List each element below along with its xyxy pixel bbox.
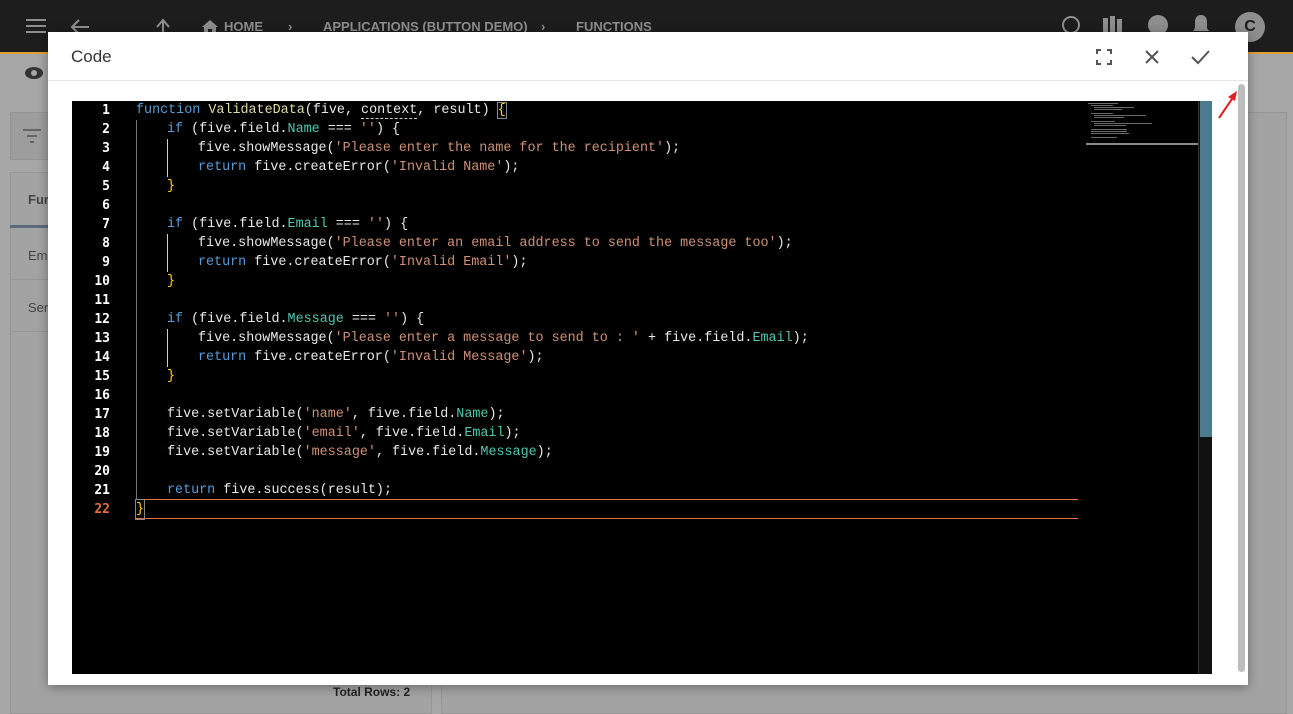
line-number: 15: [94, 369, 110, 384]
code-line-19: five.setVariable('message', five.field.M…: [167, 445, 553, 460]
code-line-8: five.showMessage('Please enter an email …: [198, 236, 793, 251]
code-line-12: if (five.field.Message === '') {: [167, 312, 425, 327]
line-number: 10: [94, 274, 110, 289]
line-number: 17: [94, 407, 110, 422]
line-number: 8: [102, 236, 110, 251]
code-line-18: five.setVariable('email', five.field.Ema…: [167, 426, 521, 441]
line-number: 4: [102, 160, 110, 175]
line-number: 19: [94, 445, 110, 460]
code-line-7: if (five.field.Email === '') {: [167, 217, 409, 232]
line-number: 22: [94, 502, 110, 517]
code-area[interactable]: function ValidateData(five, context, res…: [134, 101, 1078, 674]
code-minimap[interactable]: [1086, 101, 1198, 145]
line-number: 13: [94, 331, 110, 346]
dialog-header: Code: [48, 32, 1248, 81]
code-dialog: Code 1 2 3 4 5 6 7 8 9 10 11 12 13 14 15 16 17 18 19 20 21 22: [48, 32, 1248, 685]
indent-guide: [136, 120, 137, 500]
check-icon: [1191, 50, 1210, 65]
menu-icon[interactable]: [26, 18, 46, 34]
code-line-3: five.showMessage('Please enter the name …: [198, 141, 681, 156]
code-line-21: return five.success(result);: [167, 483, 393, 498]
code-line-14: return five.createError('Invalid Message…: [198, 350, 544, 365]
dialog-title: Code: [71, 47, 112, 66]
close-icon: [1145, 50, 1159, 64]
code-line-10: }: [167, 274, 176, 289]
code-line-1: function ValidateData(five, context, res…: [136, 102, 507, 119]
line-number: 7: [102, 217, 110, 232]
fullscreen-button[interactable]: [1091, 44, 1117, 70]
code-line-17: five.setVariable('name', five.field.Name…: [167, 407, 505, 422]
editor-scrollbar[interactable]: [1198, 101, 1212, 674]
line-number: 9: [102, 255, 110, 270]
indent-guide: [167, 234, 168, 272]
line-number: 6: [102, 198, 110, 213]
editor-scrollbar-thumb[interactable]: [1200, 101, 1212, 437]
line-number: 3: [102, 141, 110, 156]
minimap-preview: [1088, 103, 1152, 138]
line-number-gutter: 1 2 3 4 5 6 7 8 9 10 11 12 13 14 15 16 17 18 19 20 21 22: [72, 101, 136, 674]
code-line-22: }: [134, 499, 146, 520]
code-editor[interactable]: 1 2 3 4 5 6 7 8 9 10 11 12 13 14 15 16 17 18 19 20 21 22 func…: [72, 101, 1212, 674]
line-number: 18: [94, 426, 110, 441]
total-rows: Total Rows: 2: [333, 685, 411, 699]
indent-guide: [167, 329, 168, 367]
annotation-arrow-icon: [1216, 90, 1240, 125]
line-number: 16: [94, 388, 110, 403]
code-line-5: }: [167, 179, 176, 194]
filter-icon[interactable]: [23, 129, 41, 143]
line-number: 1: [102, 103, 110, 118]
confirm-button[interactable]: [1187, 44, 1213, 70]
dialog-scrollbar[interactable]: [1238, 84, 1245, 672]
eye-icon[interactable]: [24, 66, 44, 85]
line-number: 12: [94, 312, 110, 327]
code-line-4: return five.createError('Invalid Name');: [198, 160, 520, 175]
line-number: 11: [94, 293, 110, 308]
code-line-9: return five.createError('Invalid Email')…: [198, 255, 528, 270]
code-line-13: five.showMessage('Please enter a message…: [198, 331, 809, 346]
code-line-2: if (five.field.Name === '') {: [167, 122, 401, 137]
line-number: 2: [102, 122, 110, 137]
code-line-15: }: [167, 369, 176, 384]
close-button[interactable]: [1139, 44, 1165, 70]
line-number: 20: [94, 464, 110, 479]
line-number: 14: [94, 350, 110, 365]
indent-guide: [167, 139, 168, 177]
line-number: 5: [102, 179, 110, 194]
fullscreen-icon: [1096, 49, 1112, 65]
line-number: 21: [94, 483, 110, 498]
